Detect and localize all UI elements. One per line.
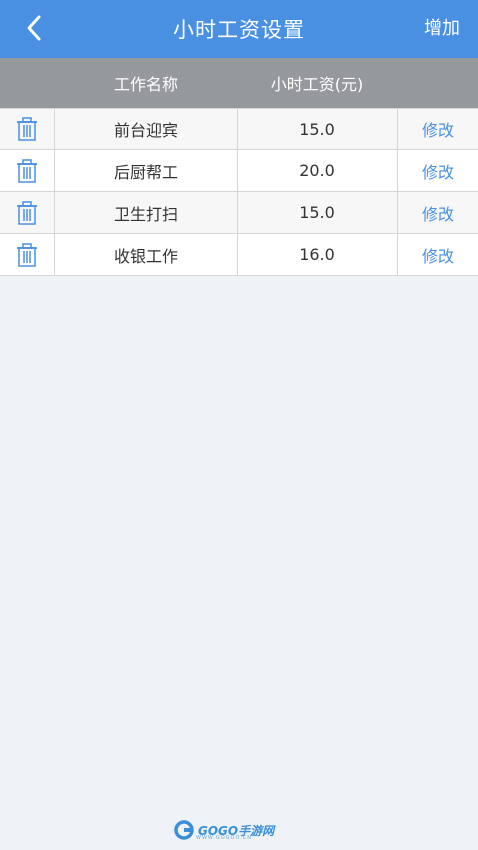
table-row: 后厨帮工 20.0 修改 <box>0 150 478 192</box>
table-row: 收银工作 16.0 修改 <box>0 234 478 276</box>
delete-button[interactable] <box>0 109 55 149</box>
hourly-wage: 20.0 <box>237 150 398 191</box>
edit-button[interactable]: 修改 <box>398 150 478 191</box>
column-header-hourly-wage: 小时工资(元) <box>270 75 364 94</box>
column-header-job-name: 工作名称 <box>113 75 178 94</box>
watermark-url: WWW.GOGOO.CN <box>196 835 253 841</box>
delete-button[interactable] <box>0 234 55 275</box>
trash-icon <box>17 117 37 141</box>
table-row: 前台迎宾 15.0 修改 <box>0 108 478 150</box>
job-name: 卫生打扫 <box>55 192 238 233</box>
edit-button[interactable]: 修改 <box>398 109 478 149</box>
gogo-logo-icon <box>174 820 194 840</box>
trash-icon <box>17 242 37 267</box>
edit-button[interactable]: 修改 <box>398 192 478 233</box>
trash-icon <box>17 200 37 225</box>
wage-table: 前台迎宾 15.0 修改 后厨帮工 20.0 修改 卫生打扫 15.0 修改 收… <box>0 108 478 276</box>
edit-button[interactable]: 修改 <box>398 234 478 275</box>
hourly-wage: 15.0 <box>237 192 398 233</box>
page-title: 小时工资设置 <box>173 18 305 42</box>
delete-button[interactable] <box>0 192 55 233</box>
top-bar: 小时工资设置 增加 <box>0 0 478 58</box>
watermark-logo: GOGO手游网 WWW.GOGOO.CN <box>174 818 274 842</box>
table-header: 工作名称 小时工资(元) <box>0 58 478 108</box>
job-name: 前台迎宾 <box>55 109 238 149</box>
table-row: 卫生打扫 15.0 修改 <box>0 192 478 234</box>
hourly-wage: 16.0 <box>237 234 398 275</box>
delete-button[interactable] <box>0 150 55 191</box>
job-name: 收银工作 <box>55 234 238 275</box>
trash-icon <box>17 158 37 183</box>
add-button[interactable]: 增加 <box>424 0 460 54</box>
job-name: 后厨帮工 <box>55 150 238 191</box>
hourly-wage: 15.0 <box>237 109 398 149</box>
